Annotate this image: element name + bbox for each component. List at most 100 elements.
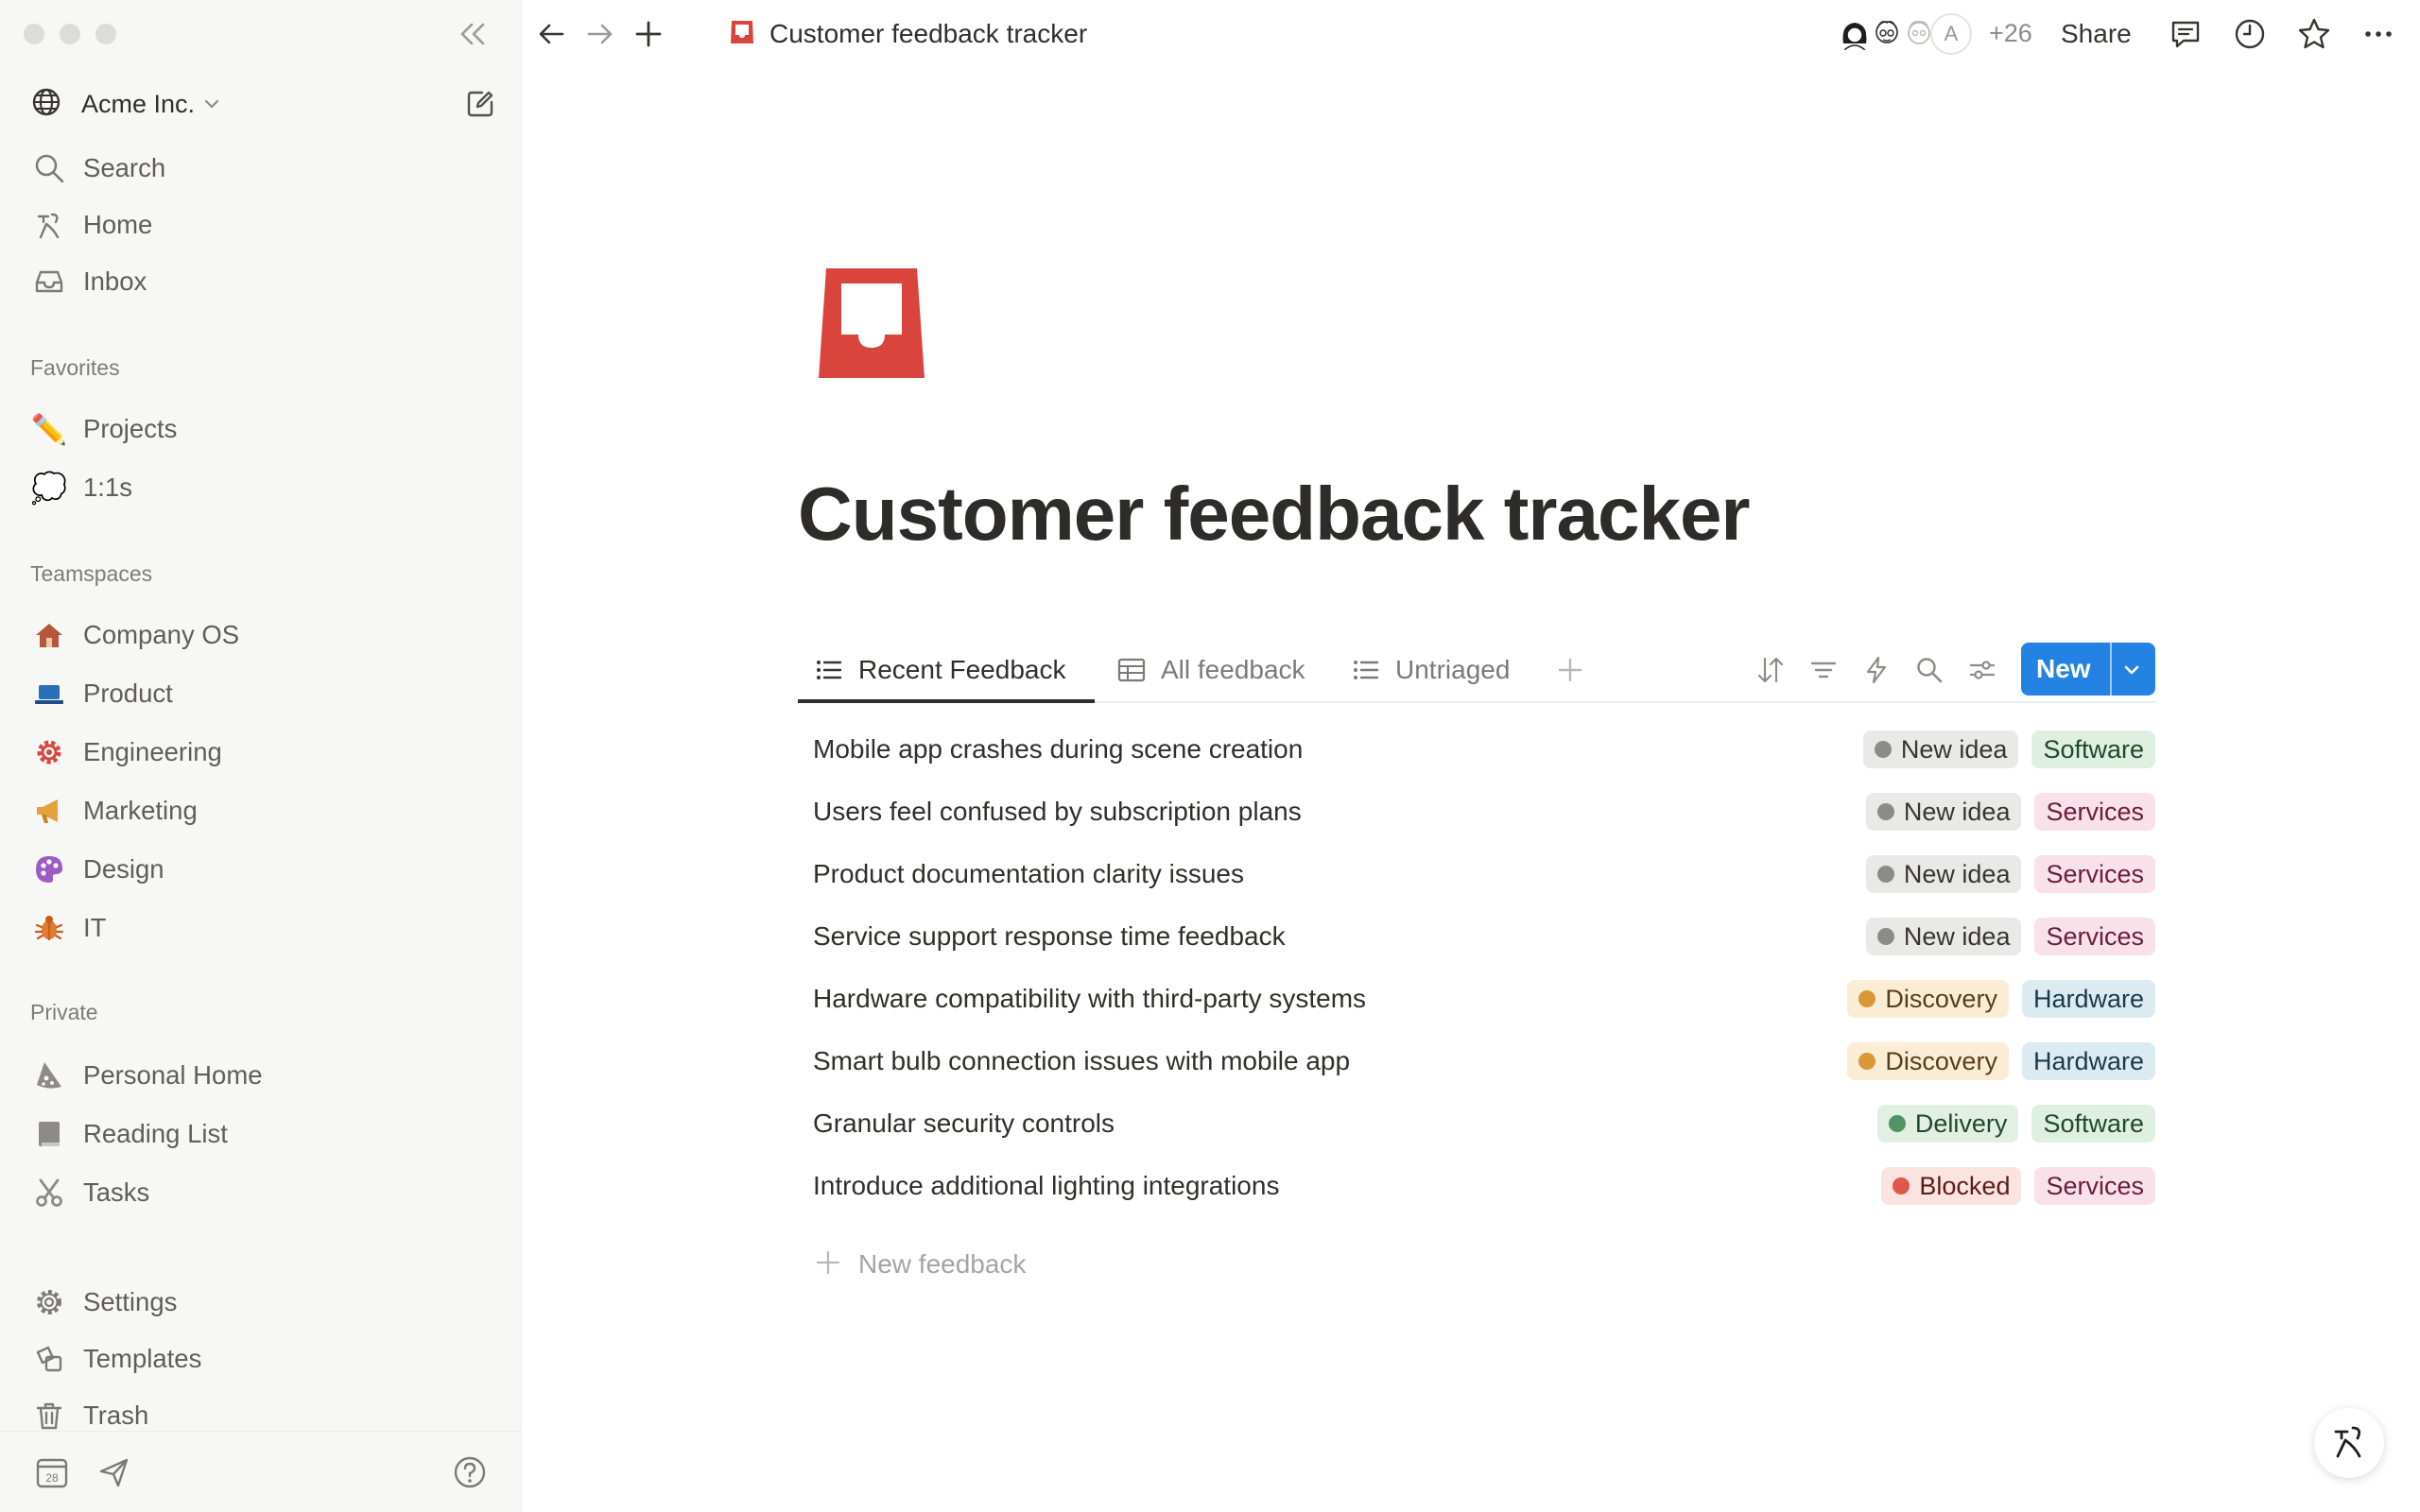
category-badge: Services bbox=[2034, 793, 2155, 831]
list-item[interactable]: Users feel confused by subscription plan… bbox=[798, 781, 2155, 843]
tab-untriaged[interactable]: Untriaged bbox=[1350, 639, 1510, 701]
star-icon[interactable] bbox=[2295, 15, 2333, 53]
page-title[interactable]: Customer feedback tracker bbox=[798, 471, 1751, 558]
notion-ai-button[interactable] bbox=[2314, 1408, 2384, 1478]
database-view-tabs: Recent Feedback All feedback Untriaged N… bbox=[798, 639, 2155, 703]
filter-icon[interactable] bbox=[1806, 652, 1841, 688]
new-button-label: New bbox=[2036, 654, 2091, 683]
status-label: New idea bbox=[1900, 734, 2008, 764]
page-tray-icon[interactable] bbox=[813, 265, 930, 382]
new-entry-button[interactable]: New bbox=[2021, 643, 2155, 696]
status-badge: Delivery bbox=[1876, 1105, 2019, 1143]
sidebar-item-inbox[interactable]: Inbox bbox=[30, 259, 493, 304]
list-item[interactable]: Mobile app crashes during scene creation… bbox=[798, 718, 2155, 781]
sidebar-item-label: Templates bbox=[83, 1344, 202, 1373]
list-item[interactable]: Granular security controls Delivery Softwa… bbox=[798, 1092, 2155, 1155]
calendar-day: 28 bbox=[45, 1471, 59, 1485]
sidebar-item-label: Inbox bbox=[83, 266, 147, 296]
sidebar-item-label: Trash bbox=[83, 1400, 149, 1430]
list-item[interactable]: Service support response time feedback Ne… bbox=[798, 905, 2155, 968]
sidebar-item-label: 1:1s bbox=[83, 472, 132, 502]
back-arrow-icon[interactable] bbox=[533, 15, 571, 53]
sidebar-item-templates[interactable]: Templates bbox=[30, 1336, 493, 1382]
status-dot bbox=[1874, 741, 1892, 758]
item-title: Product documentation clarity issues bbox=[813, 859, 1244, 888]
status-badge: Discovery bbox=[1847, 1042, 2009, 1080]
favorites-heading[interactable]: Favorites bbox=[30, 355, 120, 381]
avatar-letter: A bbox=[1944, 22, 1959, 45]
scissors-icon bbox=[30, 1174, 68, 1211]
collaborator-avatars[interactable]: A bbox=[1834, 13, 1972, 55]
search-icon[interactable] bbox=[1911, 652, 1947, 688]
book-icon bbox=[30, 1115, 68, 1153]
sidebar-item-search[interactable]: Search bbox=[30, 146, 493, 191]
gear-icon bbox=[30, 733, 68, 771]
sidebar-item-reading-list[interactable]: Reading List bbox=[30, 1111, 493, 1157]
breadcrumb[interactable]: Customer feedback tracker bbox=[728, 15, 1087, 53]
list-item[interactable]: Product documentation clarity issues New … bbox=[798, 843, 2155, 905]
tab-all-feedback[interactable]: All feedback bbox=[1115, 639, 1305, 701]
item-tags: Discovery Hardware bbox=[1847, 1042, 2155, 1080]
comments-icon[interactable] bbox=[2167, 15, 2204, 53]
avatar[interactable]: A bbox=[1930, 13, 1972, 55]
item-tags: Discovery Hardware bbox=[1847, 980, 2155, 1018]
sidebar-item-tasks[interactable]: Tasks bbox=[30, 1170, 493, 1215]
tab-recent-feedback[interactable]: Recent Feedback bbox=[813, 639, 1065, 701]
sidebar-item-it[interactable]: IT bbox=[30, 905, 493, 951]
private-heading[interactable]: Private bbox=[30, 1000, 98, 1025]
new-page-icon[interactable] bbox=[463, 87, 497, 121]
status-badge: New idea bbox=[1862, 730, 2019, 768]
sidebar-item-engineering[interactable]: Engineering bbox=[30, 730, 493, 775]
status-dot bbox=[1858, 990, 1876, 1007]
add-view-button[interactable] bbox=[1554, 639, 1599, 701]
sidebar-item-label: IT bbox=[83, 913, 107, 942]
minimize-window-button[interactable] bbox=[60, 24, 80, 44]
zoom-window-button[interactable] bbox=[95, 24, 116, 44]
view-settings-icon[interactable] bbox=[1964, 652, 2000, 688]
list-icon bbox=[1350, 654, 1382, 686]
sidebar-item-label: Personal Home bbox=[83, 1060, 263, 1090]
sidebar-item-label: Product bbox=[83, 679, 173, 708]
settings-icon bbox=[30, 1283, 68, 1321]
chevron-down-icon[interactable] bbox=[2118, 656, 2146, 684]
collaborator-count[interactable]: +26 bbox=[1989, 19, 2032, 48]
sidebar-item-personal-home[interactable]: Personal Home bbox=[30, 1053, 493, 1098]
sidebar-item-1-1s[interactable]: 💭 1:1s bbox=[30, 465, 493, 510]
item-tags: New idea Software bbox=[1862, 730, 2155, 768]
status-badge: Discovery bbox=[1847, 980, 2009, 1018]
plus-icon[interactable] bbox=[630, 15, 667, 53]
sidebar-item-design[interactable]: Design bbox=[30, 847, 493, 892]
sidebar-item-product[interactable]: Product bbox=[30, 671, 493, 716]
sidebar-item-marketing[interactable]: Marketing bbox=[30, 788, 493, 833]
sort-icon[interactable] bbox=[1753, 652, 1789, 688]
new-feedback-row[interactable]: New feedback bbox=[798, 1238, 1026, 1291]
sidebar-item-label: Company OS bbox=[83, 620, 240, 649]
list-item[interactable]: Hardware compatibility with third-party … bbox=[798, 968, 2155, 1030]
pencil-icon: ✏️ bbox=[30, 412, 68, 446]
lightning-icon[interactable] bbox=[1858, 652, 1894, 688]
templates-icon bbox=[30, 1340, 68, 1378]
close-window-button[interactable] bbox=[24, 24, 44, 44]
clock-icon[interactable] bbox=[2231, 15, 2269, 53]
calendar-icon[interactable]: 28 bbox=[32, 1452, 72, 1492]
sidebar-item-settings[interactable]: Settings bbox=[30, 1280, 493, 1325]
active-tab-indicator bbox=[798, 699, 1095, 703]
list-item[interactable]: Introduce additional lighting integratio… bbox=[798, 1155, 2155, 1217]
more-options-icon[interactable] bbox=[2360, 15, 2397, 53]
forward-arrow-icon[interactable] bbox=[580, 15, 618, 53]
help-icon[interactable] bbox=[450, 1452, 490, 1492]
feedback-list: Mobile app crashes during scene creation… bbox=[798, 718, 2155, 1217]
collapse-sidebar-icon[interactable] bbox=[456, 17, 490, 51]
status-label: Delivery bbox=[1914, 1108, 2008, 1138]
tab-label: Recent Feedback bbox=[858, 655, 1066, 684]
status-dot bbox=[1858, 1053, 1876, 1070]
sidebar-item-company-os[interactable]: Company OS bbox=[30, 612, 493, 658]
share-button[interactable]: Share bbox=[2061, 19, 2132, 49]
workspace-switcher[interactable]: Acme Inc. bbox=[30, 85, 497, 123]
sidebar-item-projects[interactable]: ✏️ Projects bbox=[30, 406, 493, 452]
send-icon[interactable] bbox=[95, 1452, 134, 1492]
teamspaces-heading[interactable]: Teamspaces bbox=[30, 561, 152, 587]
sidebar-item-home[interactable]: Home bbox=[30, 202, 493, 248]
list-item[interactable]: Smart bulb connection issues with mobile… bbox=[798, 1030, 2155, 1092]
inbox-icon bbox=[30, 263, 68, 301]
